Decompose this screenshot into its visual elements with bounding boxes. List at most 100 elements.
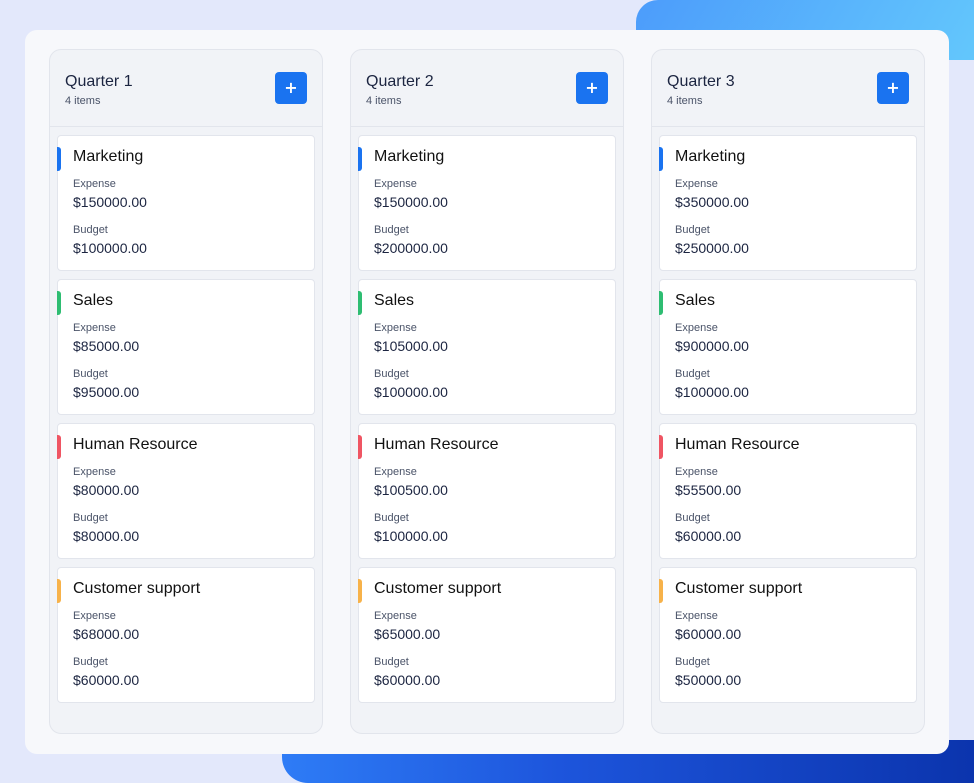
expense-label: Expense bbox=[675, 322, 718, 334]
card-title: Customer support bbox=[374, 580, 502, 597]
column-title: Quarter 2 bbox=[366, 73, 434, 90]
column-header: Quarter 3 4 items + bbox=[652, 50, 924, 127]
add-card-button[interactable]: + bbox=[275, 72, 307, 104]
budget-value: $95000.00 bbox=[73, 384, 140, 400]
card-list: Marketing Expense $350000.00 Budget $250… bbox=[652, 127, 924, 703]
expense-label: Expense bbox=[73, 178, 116, 190]
expense-value: $350000.00 bbox=[675, 194, 749, 210]
card-human-resource[interactable]: Human Resource Expense $80000.00 Budget … bbox=[57, 423, 315, 559]
column-title: Quarter 1 bbox=[65, 73, 133, 90]
plus-icon: + bbox=[585, 78, 599, 97]
expense-label: Expense bbox=[675, 466, 718, 478]
budget-value: $200000.00 bbox=[374, 240, 448, 256]
card-customer-support[interactable]: Customer support Expense $68000.00 Budge… bbox=[57, 567, 315, 703]
budget-value: $100000.00 bbox=[675, 384, 749, 400]
card-human-resource[interactable]: Human Resource Expense $100500.00 Budget… bbox=[358, 423, 616, 559]
column-item-count: 4 items bbox=[667, 95, 703, 107]
add-card-button[interactable]: + bbox=[877, 72, 909, 104]
expense-value: $80000.00 bbox=[73, 482, 140, 498]
card-title: Customer support bbox=[73, 580, 201, 597]
budget-label: Budget bbox=[374, 656, 409, 668]
column-item-count: 4 items bbox=[65, 95, 101, 107]
budget-label: Budget bbox=[374, 368, 409, 380]
card-title: Marketing bbox=[675, 148, 746, 165]
budget-label: Budget bbox=[675, 512, 710, 524]
budget-label: Budget bbox=[73, 368, 108, 380]
expense-value: $100500.00 bbox=[374, 482, 448, 498]
budget-value: $60000.00 bbox=[73, 672, 140, 688]
card-accent-bar bbox=[57, 147, 61, 171]
card-title: Human Resource bbox=[675, 436, 800, 453]
card-accent-bar bbox=[659, 435, 663, 459]
add-card-button[interactable]: + bbox=[576, 72, 608, 104]
card-accent-bar bbox=[57, 579, 61, 603]
card-customer-support[interactable]: Customer support Expense $60000.00 Budge… bbox=[659, 567, 917, 703]
expense-value: $150000.00 bbox=[73, 194, 147, 210]
card-accent-bar bbox=[358, 291, 362, 315]
budget-value: $100000.00 bbox=[374, 384, 448, 400]
budget-value: $100000.00 bbox=[73, 240, 147, 256]
plus-icon: + bbox=[284, 78, 298, 97]
card-accent-bar bbox=[659, 579, 663, 603]
card-title: Customer support bbox=[675, 580, 803, 597]
budget-value: $60000.00 bbox=[675, 528, 742, 544]
expense-label: Expense bbox=[374, 322, 417, 334]
card-title: Sales bbox=[675, 292, 716, 309]
card-accent-bar bbox=[659, 291, 663, 315]
card-title: Sales bbox=[73, 292, 114, 309]
budget-value: $250000.00 bbox=[675, 240, 749, 256]
card-title: Marketing bbox=[374, 148, 445, 165]
kanban-board: Quarter 1 4 items + Marketing Expense $1… bbox=[25, 30, 949, 754]
column-quarter-1: Quarter 1 4 items + Marketing Expense $1… bbox=[49, 49, 323, 734]
expense-label: Expense bbox=[374, 610, 417, 622]
expense-label: Expense bbox=[73, 466, 116, 478]
card-title: Human Resource bbox=[73, 436, 198, 453]
column-header: Quarter 1 4 items + bbox=[50, 50, 322, 127]
budget-label: Budget bbox=[675, 656, 710, 668]
card-accent-bar bbox=[57, 291, 61, 315]
plus-icon: + bbox=[886, 78, 900, 97]
card-marketing[interactable]: Marketing Expense $150000.00 Budget $200… bbox=[358, 135, 616, 271]
expense-label: Expense bbox=[374, 178, 417, 190]
budget-value: $60000.00 bbox=[374, 672, 441, 688]
budget-value: $100000.00 bbox=[374, 528, 448, 544]
column-item-count: 4 items bbox=[366, 95, 402, 107]
expense-value: $85000.00 bbox=[73, 338, 140, 354]
card-title: Marketing bbox=[73, 148, 144, 165]
expense-value: $68000.00 bbox=[73, 626, 140, 642]
budget-label: Budget bbox=[374, 224, 409, 236]
expense-label: Expense bbox=[73, 322, 116, 334]
card-title: Human Resource bbox=[374, 436, 499, 453]
column-quarter-3: Quarter 3 4 items + Marketing Expense $3… bbox=[651, 49, 925, 734]
card-marketing[interactable]: Marketing Expense $350000.00 Budget $250… bbox=[659, 135, 917, 271]
expense-value: $900000.00 bbox=[675, 338, 749, 354]
card-marketing[interactable]: Marketing Expense $150000.00 Budget $100… bbox=[57, 135, 315, 271]
budget-label: Budget bbox=[73, 224, 108, 236]
card-sales[interactable]: Sales Expense $85000.00 Budget $95000.00 bbox=[57, 279, 315, 415]
budget-label: Budget bbox=[73, 512, 108, 524]
card-customer-support[interactable]: Customer support Expense $65000.00 Budge… bbox=[358, 567, 616, 703]
column-header: Quarter 2 4 items + bbox=[351, 50, 623, 127]
card-title: Sales bbox=[374, 292, 415, 309]
expense-label: Expense bbox=[374, 466, 417, 478]
card-sales[interactable]: Sales Expense $900000.00 Budget $100000.… bbox=[659, 279, 917, 415]
card-accent-bar bbox=[358, 579, 362, 603]
expense-value: $105000.00 bbox=[374, 338, 448, 354]
expense-value: $60000.00 bbox=[675, 626, 742, 642]
budget-value: $50000.00 bbox=[675, 672, 742, 688]
expense-value: $55500.00 bbox=[675, 482, 742, 498]
card-accent-bar bbox=[358, 435, 362, 459]
expense-value: $150000.00 bbox=[374, 194, 448, 210]
budget-label: Budget bbox=[675, 224, 710, 236]
expense-label: Expense bbox=[675, 610, 718, 622]
card-accent-bar bbox=[57, 435, 61, 459]
expense-label: Expense bbox=[73, 610, 116, 622]
card-accent-bar bbox=[358, 147, 362, 171]
budget-value: $80000.00 bbox=[73, 528, 140, 544]
card-sales[interactable]: Sales Expense $105000.00 Budget $100000.… bbox=[358, 279, 616, 415]
expense-label: Expense bbox=[675, 178, 718, 190]
budget-label: Budget bbox=[675, 368, 710, 380]
card-human-resource[interactable]: Human Resource Expense $55500.00 Budget … bbox=[659, 423, 917, 559]
budget-label: Budget bbox=[374, 512, 409, 524]
budget-label: Budget bbox=[73, 656, 108, 668]
